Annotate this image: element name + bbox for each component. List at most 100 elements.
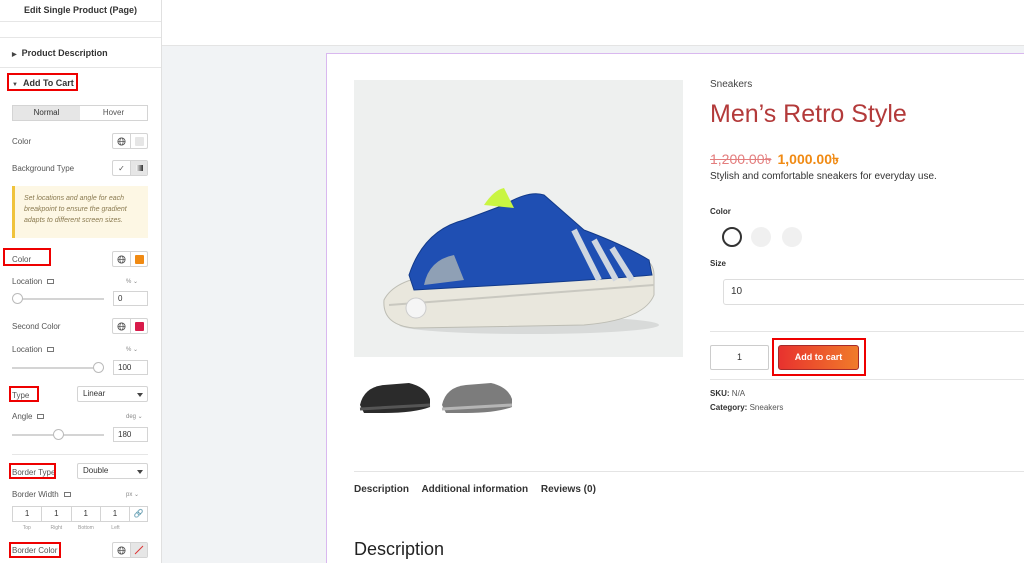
- side-label-bottom: Bottom: [77, 525, 94, 531]
- second-location-input[interactable]: 100: [113, 360, 148, 375]
- style-tabs: Normal Hover: [12, 105, 148, 121]
- border-type-select[interactable]: Double: [77, 463, 148, 479]
- divider: [710, 379, 1024, 380]
- background-type-controls: ✓: [112, 160, 148, 176]
- section-add-to-cart[interactable]: ▼ Add To Cart: [0, 67, 161, 97]
- angle-label: Angle: [12, 411, 33, 421]
- color-attribute-label: Color: [710, 207, 731, 216]
- tab-description[interactable]: Description: [354, 484, 409, 495]
- preview-area: Sneakers Men’s Retro Style 1,200.00৳ 1,00…: [162, 0, 1024, 563]
- product-main-image[interactable]: [354, 80, 683, 357]
- tab-normal[interactable]: Normal: [13, 106, 80, 120]
- angle-unit[interactable]: deg ⌄: [126, 413, 143, 420]
- location-slider[interactable]: [12, 293, 104, 304]
- angle-slider[interactable]: [12, 429, 104, 440]
- desktop-icon[interactable]: [47, 346, 55, 352]
- chevron-down-icon: [137, 470, 143, 474]
- brush-icon[interactable]: ✓: [113, 161, 130, 175]
- border-width-top[interactable]: 1: [13, 507, 41, 521]
- slider-handle[interactable]: [52, 429, 64, 440]
- black-sneaker-thumb: [359, 383, 431, 413]
- no-color-icon: [134, 545, 144, 555]
- border-width-left[interactable]: 1: [99, 507, 129, 521]
- background-type-row: Background Type ✓: [12, 160, 148, 176]
- section-label: Product Description: [21, 48, 108, 58]
- gradient-color-row: Color: [12, 251, 148, 267]
- border-color-controls: [112, 542, 148, 558]
- second-location-unit[interactable]: % ⌄: [126, 346, 138, 353]
- slider-handle[interactable]: [93, 362, 104, 373]
- second-color-swatch: [134, 321, 144, 331]
- divider: [12, 454, 148, 455]
- gradient-color-controls: [112, 251, 148, 267]
- globe-icon[interactable]: [113, 543, 130, 557]
- product-category[interactable]: Sneakers: [710, 79, 752, 90]
- gradient-color-swatch-button[interactable]: [130, 252, 147, 266]
- type-select[interactable]: Linear: [77, 386, 148, 402]
- color-swatch-2[interactable]: [751, 227, 771, 247]
- location-input[interactable]: 0: [113, 291, 148, 306]
- slider-handle[interactable]: [12, 293, 23, 304]
- location-unit[interactable]: % ⌄: [126, 278, 138, 285]
- gradient-icon[interactable]: [130, 161, 147, 175]
- border-width-bottom[interactable]: 1: [70, 507, 100, 521]
- second-color-swatch-button[interactable]: [130, 319, 147, 333]
- tab-reviews[interactable]: Reviews (0): [541, 484, 596, 495]
- desktop-icon[interactable]: [47, 278, 55, 284]
- border-width-right[interactable]: 1: [41, 507, 70, 521]
- location-label: Location: [12, 276, 43, 286]
- product-title: Men’s Retro Style: [710, 100, 907, 128]
- size-attribute-label: Size: [710, 259, 727, 268]
- color-label: Color: [12, 136, 32, 146]
- color-row: Color: [12, 133, 148, 149]
- color-swatch-3[interactable]: [782, 227, 802, 247]
- short-description: Stylish and comfortable sneakers for eve…: [710, 171, 937, 182]
- thumbnail-2[interactable]: [436, 357, 518, 427]
- thumbnail-1[interactable]: [354, 357, 436, 427]
- second-color-label: Second Color: [12, 321, 61, 331]
- quantity-input[interactable]: 1: [710, 345, 769, 370]
- angle-input[interactable]: 180: [113, 427, 148, 442]
- tab-hover[interactable]: Hover: [80, 106, 147, 120]
- product-tabs: Description Additional information Revie…: [354, 484, 606, 495]
- color-swatch-1[interactable]: [722, 227, 742, 247]
- desktop-icon[interactable]: [37, 413, 45, 419]
- second-location-slider[interactable]: [12, 362, 104, 373]
- new-price: 1,000.00৳: [777, 151, 839, 167]
- divider: [710, 331, 1024, 332]
- border-type-label: Border Type: [12, 467, 56, 477]
- size-select[interactable]: 10: [723, 279, 1024, 305]
- caret-down-icon: ▼: [12, 82, 18, 88]
- gradient-notice: Set locations and angle for each breakpo…: [12, 186, 148, 238]
- second-color-controls: [112, 318, 148, 334]
- border-width-unit[interactable]: px ⌄: [126, 491, 139, 498]
- type-value: Linear: [83, 389, 106, 398]
- border-width-label: Border Width: [12, 489, 59, 499]
- border-type-row: Border Type: [12, 464, 72, 480]
- section-product-description[interactable]: ▶ Product Description: [0, 37, 161, 67]
- border-color-swatch-button[interactable]: [130, 543, 147, 557]
- globe-icon[interactable]: [113, 319, 130, 333]
- desktop-icon[interactable]: [63, 491, 71, 497]
- product-page: Sneakers Men’s Retro Style 1,200.00৳ 1,00…: [326, 53, 1024, 563]
- color-controls: [112, 133, 148, 149]
- globe-icon[interactable]: [113, 134, 130, 148]
- panel-title: Edit Single Product (Page): [0, 0, 161, 22]
- second-location-label: Location: [12, 344, 43, 354]
- category-link[interactable]: Sneakers: [750, 403, 784, 412]
- tab-additional-information[interactable]: Additional information: [421, 484, 528, 495]
- tabs-divider: [354, 471, 1024, 472]
- gradient-color-swatch: [134, 254, 144, 264]
- border-type-value: Double: [83, 466, 109, 475]
- color-swatch-button[interactable]: [130, 134, 147, 148]
- globe-icon[interactable]: [113, 252, 130, 266]
- add-to-cart-button[interactable]: Add to cart: [778, 345, 859, 370]
- link-icon[interactable]: 🔗: [129, 507, 147, 521]
- category-meta: Category: Sneakers: [710, 403, 784, 412]
- old-price: 1,200.00৳: [710, 151, 772, 167]
- grey-sneaker-thumb: [441, 383, 513, 413]
- side-label-right: Right: [50, 525, 63, 531]
- editor-panel: Edit Single Product (Page) ▶ Product Desc…: [0, 0, 162, 563]
- gradient-color-label: Color: [12, 254, 32, 264]
- description-heading: Description: [354, 539, 445, 559]
